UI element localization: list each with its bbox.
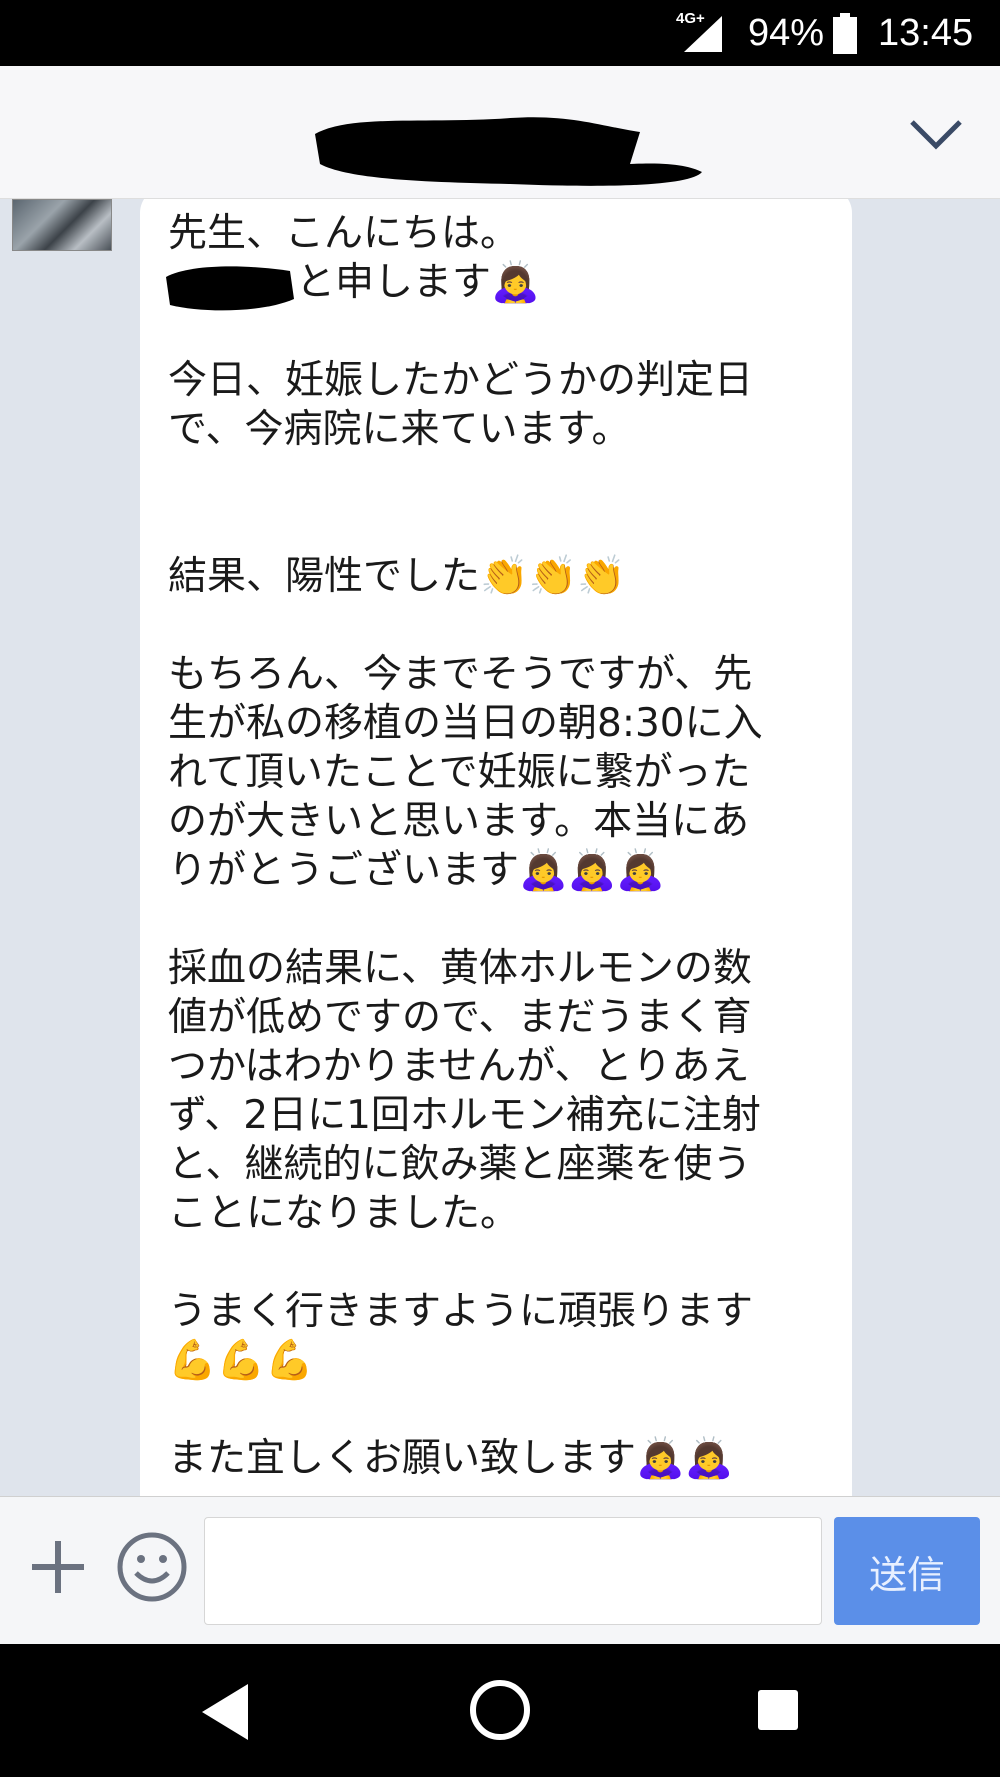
bow-emoji: 🙇‍♀️	[684, 1436, 734, 1481]
status-bar: 4G+ 94% 13:45	[0, 0, 1000, 66]
line-13: のが大きいと思います。本当にあ	[168, 799, 750, 844]
message-input[interactable]	[204, 1517, 822, 1625]
line-21: ことになりました。	[168, 1191, 520, 1236]
home-icon[interactable]	[468, 1678, 532, 1742]
line-16: 採血の結果に、黄体ホルモンの数	[168, 946, 752, 991]
plus-icon[interactable]	[28, 1537, 88, 1597]
bow-emoji: 🙇‍♀️	[491, 260, 540, 305]
signal-icon	[684, 16, 722, 52]
line-11: 生が私の移植の当日の朝8:30に入	[168, 701, 763, 746]
message-text: 先生、こんにちは。 と申します🙇‍♀️ 今日、妊娠したかどうかの判定日 で、今病…	[168, 209, 848, 1483]
send-button[interactable]: 送信	[834, 1517, 980, 1625]
clap-emoji: 👏	[577, 554, 626, 599]
muscle-emoji: 💪	[216, 1338, 266, 1383]
line-2: と申します	[296, 260, 492, 305]
sender-avatar[interactable]	[12, 199, 112, 251]
line-14: りがとうございます	[168, 848, 520, 893]
clap-emoji: 👏	[528, 554, 578, 599]
line-19: ず、2日に1回ホルモン補充に注射	[168, 1093, 761, 1138]
recent-apps-icon[interactable]	[756, 1688, 800, 1732]
line-12: れて頂いたことで妊娠に繋がった	[168, 750, 751, 795]
redacted-name	[166, 266, 294, 311]
message-input-bar: 送信	[0, 1496, 1000, 1645]
system-navigation-bar	[0, 1644, 1000, 1777]
bow-emoji: 🙇‍♀️	[616, 848, 665, 893]
line-1: 先生、こんにちは。	[168, 211, 520, 256]
line-23: うまく行きますように頑張ります	[168, 1289, 754, 1334]
line-4: 今日、妊娠したかどうかの判定日	[168, 358, 754, 403]
back-icon[interactable]	[198, 1680, 252, 1744]
bow-emoji: 🙇‍♀️	[636, 1436, 685, 1481]
clock: 13:45	[878, 12, 974, 54]
line-18: つかはわかりませんが、とりあえ	[168, 1044, 750, 1089]
message-bubble: 先生、こんにちは。 と申します🙇‍♀️ 今日、妊娠したかどうかの判定日 で、今病…	[140, 199, 852, 1496]
emoji-icon[interactable]	[116, 1531, 188, 1603]
chat-area[interactable]: 先生、こんにちは。 と申します🙇‍♀️ 今日、妊娠したかどうかの判定日 で、今病…	[0, 199, 1000, 1496]
bow-emoji: 🙇‍♀️	[519, 848, 568, 893]
line-10: もちろん、今までそうですが、先	[168, 652, 753, 697]
line-20: と、継続的に飲み薬と座薬を使う	[168, 1142, 752, 1187]
line-26: また宜しくお願い致します	[168, 1436, 637, 1481]
muscle-emoji: 💪	[265, 1338, 314, 1383]
line-17: 値が低めですので、まだうまく育	[168, 995, 752, 1040]
line-8: 結果、陽性でした	[168, 554, 481, 599]
clap-emoji: 👏	[480, 554, 529, 599]
chat-header	[0, 66, 1000, 199]
line-5: で、今病院に来ています。	[168, 407, 631, 452]
battery-icon	[833, 13, 857, 54]
bow-emoji: 🙇‍♀️	[567, 848, 617, 893]
chevron-down-icon[interactable]	[908, 114, 964, 154]
battery-percent: 94%	[748, 12, 825, 54]
muscle-emoji: 💪	[168, 1338, 217, 1383]
redacted-contact-name	[315, 117, 702, 186]
